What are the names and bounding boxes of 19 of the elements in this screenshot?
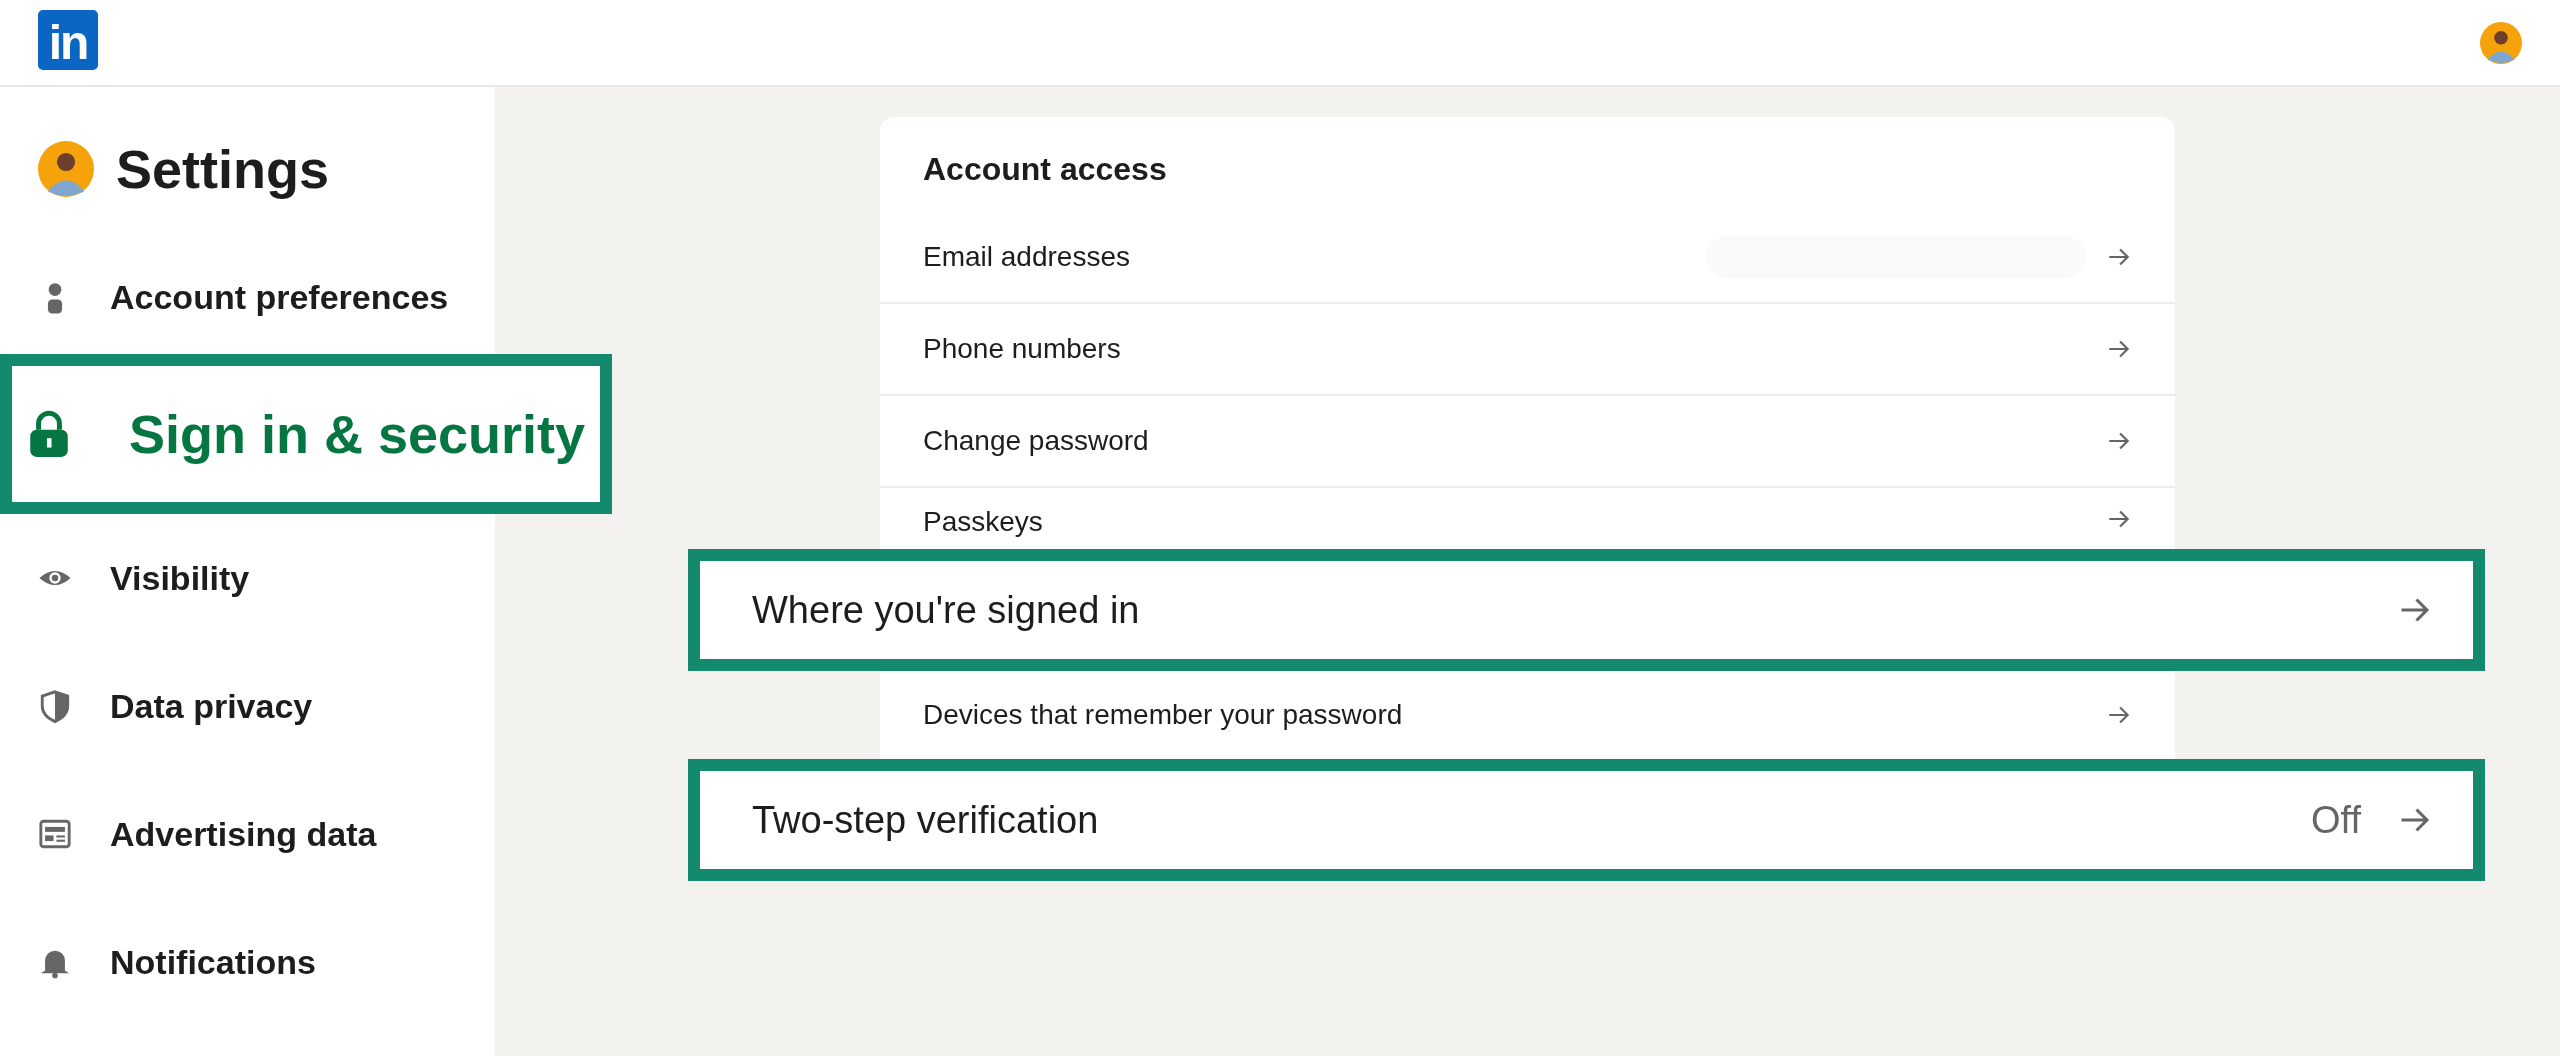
ad-icon <box>38 817 72 851</box>
settings-row[interactable]: Change password <box>880 396 2175 488</box>
settings-row[interactable]: Devices that remember your password <box>880 671 2175 759</box>
sidebar-item[interactable]: Data privacy <box>0 642 495 770</box>
card-title: Account access <box>922 150 1168 189</box>
shield-icon <box>38 689 72 723</box>
settings-row[interactable]: Two-step verification Off <box>688 759 2485 881</box>
avatar <box>38 141 94 197</box>
sidebar-item[interactable]: Advertising data <box>0 770 495 898</box>
settings-row[interactable]: Where you're signed in <box>688 549 2485 671</box>
sidebar-item[interactable]: Visibility <box>0 514 495 642</box>
sidebar-item[interactable]: Account preferences <box>0 201 495 354</box>
sidebar-item[interactable]: Notifications <box>0 898 495 1026</box>
logo[interactable]: in <box>38 9 98 70</box>
settings-row[interactable]: Passkeys <box>880 488 2175 549</box>
sidebar-item[interactable]: Sign in & security <box>0 354 612 514</box>
avatar <box>2480 21 2522 64</box>
settings-row[interactable]: Phone numbers <box>880 304 2175 396</box>
page-title: Settings <box>116 138 330 200</box>
